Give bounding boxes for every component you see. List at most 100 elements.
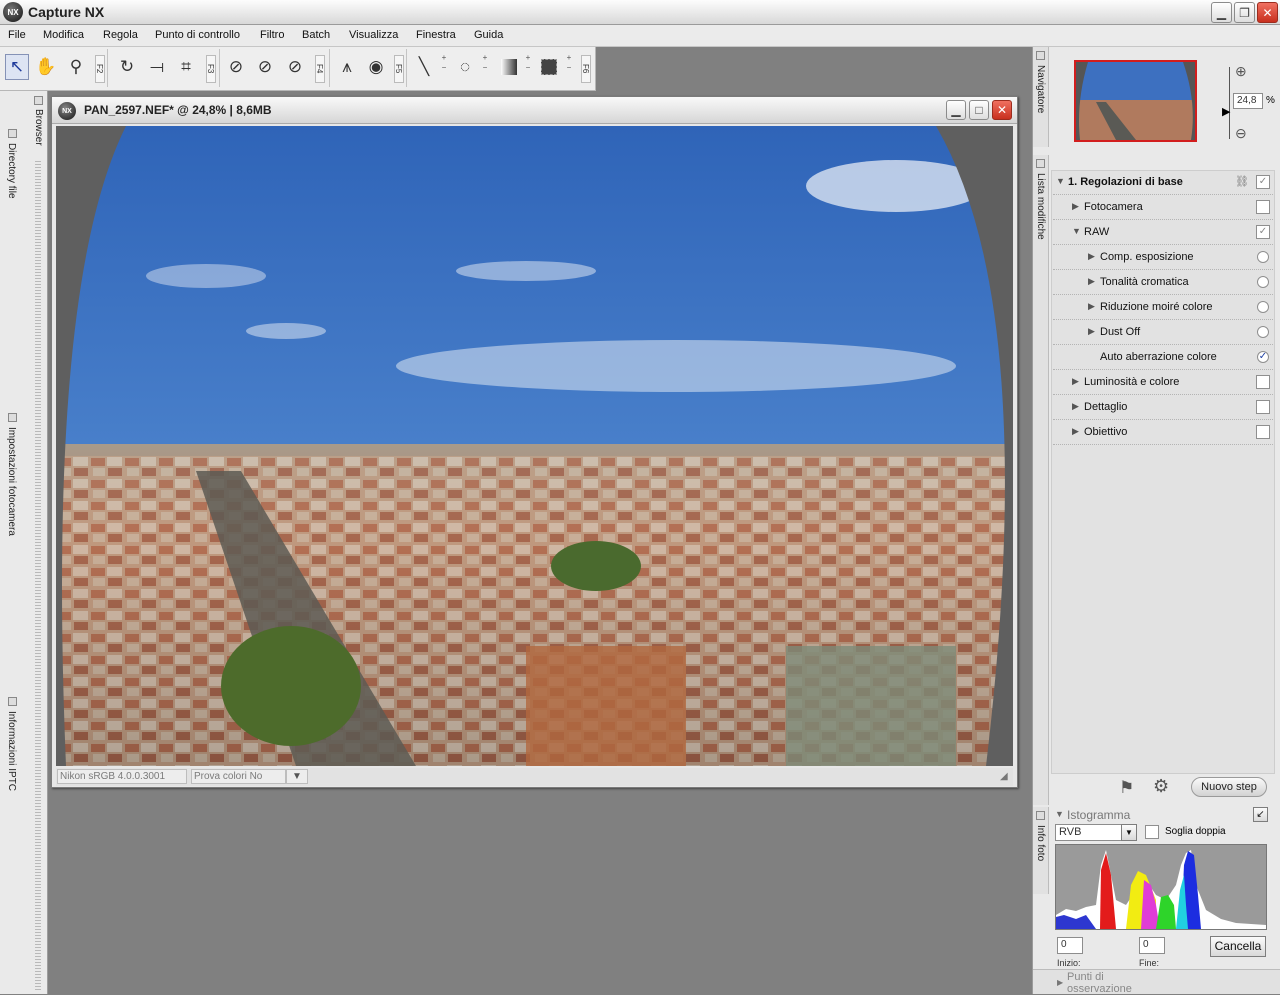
fkey-f5[interactable]: F5 <box>394 55 404 83</box>
link-icon[interactable]: ⛓ <box>1235 175 1249 188</box>
dust-off-radio[interactable] <box>1257 326 1269 338</box>
restore-button[interactable]: ❐ <box>1234 2 1255 23</box>
color-control-point-tool[interactable]: ⩚ <box>335 54 359 80</box>
navigator-collapse-icon[interactable] <box>1036 51 1045 60</box>
directory-expand-icon[interactable] <box>8 129 17 138</box>
navigator-thumbnail[interactable] <box>1074 60 1197 142</box>
edit-step-header[interactable]: ▼ 1. Regolazioni di base ⛓ ✓ <box>1053 170 1273 195</box>
photo-info-collapse-icon[interactable] <box>1036 811 1045 820</box>
fkey-f6[interactable]: F6 <box>581 55 591 83</box>
start-input[interactable]: 0 <box>1057 937 1083 954</box>
edit-row-tonalita-cromatica[interactable]: ▶ Tonalità cromatica <box>1053 270 1273 295</box>
tab-lista-modifiche[interactable]: Lista modifiche <box>1035 173 1046 240</box>
luminosita-colore-checkbox[interactable] <box>1256 375 1270 389</box>
menu-modifica[interactable]: Modifica <box>43 29 84 41</box>
tab-impostazioni-fotocamera[interactable]: Impostazioni fotocamera <box>6 427 17 536</box>
edit-row-dust-off[interactable]: ▶ Dust Off <box>1053 320 1273 345</box>
edit-row-auto-aberrazione[interactable]: Auto aberrazione colore ✓ <box>1053 345 1273 370</box>
iptc-expand-icon[interactable] <box>8 697 17 706</box>
tonalita-cromatica-radio[interactable] <box>1257 276 1269 288</box>
browser-grip[interactable] <box>35 161 41 991</box>
gradient-plus-minus[interactable]: + − <box>523 53 533 73</box>
menu-guida[interactable]: Guida <box>474 29 503 41</box>
comp-esposizione-radio[interactable] <box>1257 251 1269 263</box>
menu-punto-di-controllo[interactable]: Punto di controllo <box>155 29 240 41</box>
histogram-chart[interactable] <box>1055 844 1267 930</box>
zoom-out-icon[interactable]: ⊖ <box>1235 125 1247 142</box>
watch-points-section[interactable]: ▶ Punti di osservazione <box>1033 969 1280 995</box>
edit-row-obiettivo[interactable]: ▶ Obiettivo <box>1053 420 1273 445</box>
black-point-tool[interactable]: ⊘ <box>224 54 248 80</box>
photo-canvas[interactable] <box>56 126 1013 766</box>
zoom-slider-track[interactable] <box>1229 67 1230 139</box>
obiettivo-checkbox[interactable] <box>1256 425 1270 439</box>
camera-settings-expand-icon[interactable] <box>8 413 17 422</box>
tab-browser[interactable]: Browser <box>33 109 44 146</box>
hand-tool[interactable]: ✋ <box>34 54 58 80</box>
channel-dropdown-button[interactable]: ▼ <box>1121 824 1137 841</box>
edit-row-raw[interactable]: ▼ RAW ✓ <box>1053 220 1273 245</box>
lasso-plus-minus[interactable]: + − <box>480 53 490 73</box>
fkey-f3[interactable]: F3 <box>206 55 216 83</box>
menu-visualizza[interactable]: Visualizza <box>349 29 398 41</box>
double-threshold-checkbox[interactable] <box>1145 825 1159 839</box>
histogram-pick-button[interactable]: ↙ <box>1253 807 1268 822</box>
doc-minimize-button[interactable]: ▁ <box>946 100 966 120</box>
menu-file[interactable]: File <box>8 29 26 41</box>
resize-grip-icon[interactable]: ◢ <box>1000 771 1008 782</box>
doc-close-button[interactable]: ✕ <box>992 100 1012 120</box>
browser-expand-icon[interactable] <box>34 96 43 105</box>
dettaglio-checkbox[interactable] <box>1256 400 1270 414</box>
tab-navigatore[interactable]: Navigatore <box>1035 65 1046 113</box>
edit-list-collapse-icon[interactable] <box>1036 159 1045 168</box>
edit-row-riduzione-moire[interactable]: ▶ Riduzione moiré colore <box>1053 295 1273 320</box>
end-input[interactable]: 0 <box>1139 937 1165 954</box>
zoom-tool[interactable]: ⚲ <box>64 54 88 80</box>
raw-checkbox[interactable]: ✓ <box>1256 225 1270 239</box>
zoom-input[interactable]: 24,8 <box>1233 93 1263 109</box>
zoom-in-icon[interactable]: ⊕ <box>1235 63 1247 80</box>
menu-finestra[interactable]: Finestra <box>416 29 456 41</box>
fotocamera-checkbox[interactable] <box>1256 200 1270 214</box>
soft-proof-dropdown[interactable]: ▼ <box>286 769 308 784</box>
fill-tool[interactable] <box>537 54 561 80</box>
doc-maximize-button[interactable]: □ <box>969 100 989 120</box>
lasso-tool[interactable]: ◌ <box>453 54 477 80</box>
brush-tool[interactable]: ╲ <box>412 54 436 80</box>
cancel-button[interactable]: Cancella <box>1210 936 1266 957</box>
gear-icon[interactable]: ⚙ <box>1153 776 1169 797</box>
new-step-button[interactable]: Nuovo step <box>1191 777 1267 797</box>
tab-directory-file[interactable]: Directory file <box>6 143 17 199</box>
chevron-down-icon[interactable]: ▼ <box>1055 809 1064 819</box>
minimize-button[interactable]: ▁ <box>1211 2 1232 23</box>
neutral-point-tool[interactable]: ⊘ <box>253 54 277 80</box>
edit-row-luminosita-colore[interactable]: ▶ Luminosità e colore <box>1053 370 1273 395</box>
image-window-title-bar[interactable]: NX PAN_2597.NEF* @ 24,8% | 8,6MB ▁ □ ✕ <box>52 97 1017 124</box>
channel-select[interactable]: RVB <box>1055 824 1129 841</box>
fill-plus-minus[interactable]: + − <box>564 53 574 73</box>
close-button[interactable]: ✕ <box>1257 2 1278 23</box>
edit-row-comp-esposizione[interactable]: ▶ Comp. esposizione <box>1053 245 1273 270</box>
straighten-tool[interactable]: ⟞ <box>145 54 169 80</box>
auto-aberrazione-radio[interactable]: ✓ <box>1257 351 1269 363</box>
menu-filtro[interactable]: Filtro <box>260 29 284 41</box>
gradient-tool[interactable] <box>497 54 521 80</box>
edit-row-dettaglio[interactable]: ▶ Dettaglio <box>1053 395 1273 420</box>
menu-batch[interactable]: Batch <box>302 29 330 41</box>
edit-row-fotocamera[interactable]: ▶ Fotocamera <box>1053 195 1273 220</box>
crop-tool[interactable]: ⌗ <box>174 54 198 80</box>
direct-select-tool[interactable]: ↖ <box>5 54 29 80</box>
brush-size-plus-minus[interactable]: + − <box>439 53 449 73</box>
white-point-tool[interactable]: ⊘ <box>283 54 307 80</box>
red-eye-tool[interactable]: ◉ <box>364 54 388 80</box>
flag-icon[interactable]: ⚑ <box>1119 778 1134 798</box>
fkey-f2[interactable]: F2 <box>95 55 105 83</box>
step-enable-checkbox[interactable]: ✓ <box>1256 175 1270 189</box>
menu-regola[interactable]: Regola <box>103 29 138 41</box>
rotate-tool[interactable]: ↻ <box>115 54 139 80</box>
tab-info-foto[interactable]: Info foto <box>1035 825 1046 861</box>
fkey-f4[interactable]: F4 <box>315 55 325 83</box>
zoom-slider-handle[interactable]: ▶ <box>1222 105 1230 118</box>
tab-informazioni-iptc[interactable]: Informazioni IPTC <box>6 711 17 791</box>
riduzione-moire-radio[interactable] <box>1257 301 1269 313</box>
